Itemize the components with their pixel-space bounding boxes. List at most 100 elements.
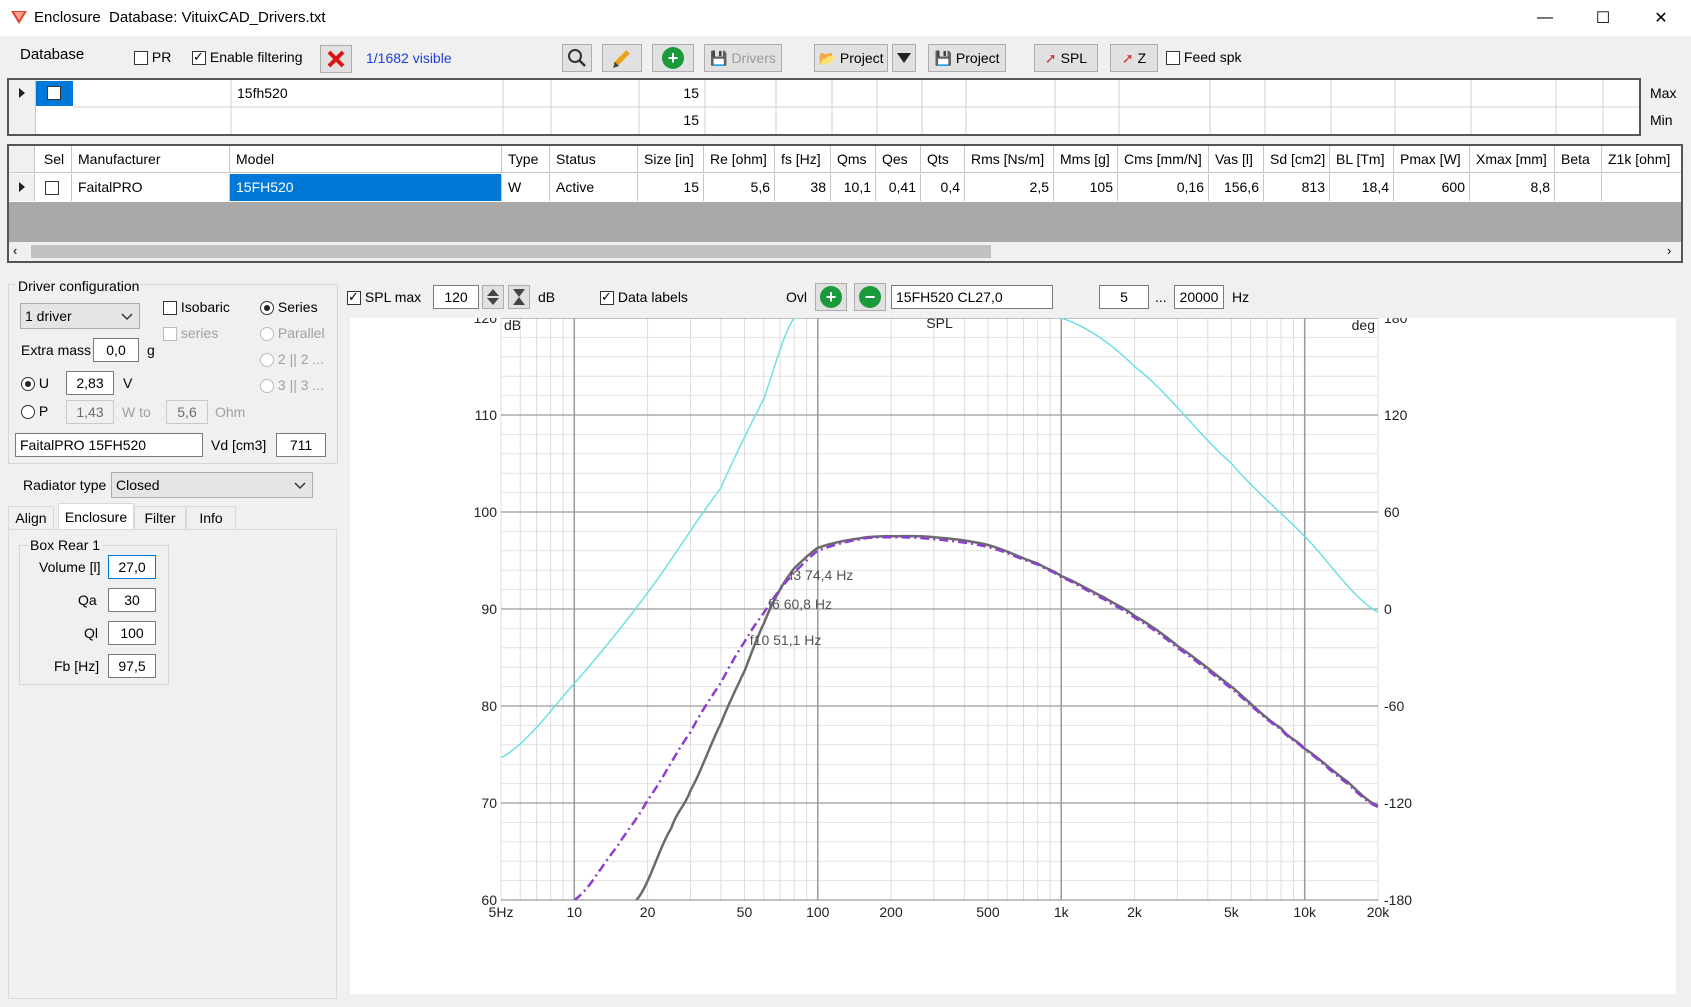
driver-count-select[interactable]: 1 driver bbox=[20, 303, 140, 329]
column-header[interactable]: Rms [Ns/m] bbox=[965, 146, 1054, 173]
table-cell[interactable]: 8,8 bbox=[1470, 174, 1555, 201]
table-cell[interactable]: 15FH520 bbox=[230, 174, 502, 201]
filter-model-cell[interactable]: 15fh520 bbox=[237, 85, 288, 101]
series-radio[interactable]: Series bbox=[260, 299, 318, 316]
table-cell[interactable]: FaitalPRO bbox=[72, 174, 230, 201]
spl-spin-button[interactable] bbox=[482, 285, 504, 309]
table-cell[interactable]: 813 bbox=[1264, 174, 1330, 201]
table-cell[interactable]: 10,1 bbox=[831, 174, 876, 201]
impedance-input[interactable]: 5,6 bbox=[166, 400, 208, 424]
qa-input[interactable]: 30 bbox=[108, 588, 156, 612]
column-header[interactable]: Type bbox=[502, 146, 550, 173]
clear-filter-button[interactable] bbox=[320, 45, 352, 73]
column-header[interactable]: Model bbox=[230, 146, 502, 173]
project-save-button[interactable]: 💾 Project bbox=[928, 44, 1006, 72]
freq-min-input[interactable]: 5 bbox=[1099, 285, 1149, 309]
column-header[interactable]: Vas [l] bbox=[1209, 146, 1264, 173]
column-header[interactable]: Qes bbox=[876, 146, 921, 173]
project-dropdown-button[interactable] bbox=[892, 44, 916, 72]
scroll-right-icon[interactable]: › bbox=[1667, 243, 1671, 258]
table-cell[interactable]: 15 bbox=[638, 174, 704, 201]
table-cell[interactable]: Active bbox=[550, 174, 638, 201]
volume-input[interactable]: 27,0 bbox=[108, 555, 156, 579]
horizontal-scrollbar[interactable]: ‹ › bbox=[9, 242, 1681, 261]
isobaric-checkbox[interactable]: Isobaric bbox=[163, 299, 230, 316]
column-header[interactable]: Manufacturer bbox=[72, 146, 230, 173]
column-header[interactable]: fs [Hz] bbox=[775, 146, 831, 173]
table-cell[interactable] bbox=[1602, 174, 1681, 201]
column-header[interactable]: Mms [g] bbox=[1054, 146, 1118, 173]
tab-enclosure[interactable]: Enclosure bbox=[58, 503, 134, 529]
enable-filtering-checkbox[interactable]: Enable filtering bbox=[192, 49, 303, 66]
three-parallel-radio[interactable]: 3 || 3 ... bbox=[260, 377, 324, 394]
scroll-left-icon[interactable]: ‹ bbox=[13, 243, 17, 258]
spl-chart[interactable]: 60708090100110120-180-120-600601201805Hz… bbox=[350, 310, 1676, 994]
freq-max-input[interactable]: 20000 bbox=[1174, 285, 1224, 309]
column-header[interactable]: Beta bbox=[1555, 146, 1602, 173]
maximize-button[interactable]: ☐ bbox=[1574, 0, 1632, 36]
table-cell[interactable]: 18,4 bbox=[1330, 174, 1394, 201]
scrollbar-thumb[interactable] bbox=[31, 245, 991, 258]
table-cell[interactable]: 5,6 bbox=[704, 174, 775, 201]
filter-size-min-cell[interactable]: 15 bbox=[589, 112, 699, 128]
power-radio[interactable]: P bbox=[21, 403, 48, 420]
overlay-name-input[interactable]: 15FH520 CL27,0 bbox=[891, 285, 1053, 309]
close-window-button[interactable]: ✕ bbox=[1632, 0, 1690, 36]
column-header[interactable]: Size [in] bbox=[638, 146, 704, 173]
column-header[interactable]: Sel bbox=[35, 146, 72, 173]
add-driver-button[interactable]: + bbox=[652, 44, 694, 72]
voltage-input[interactable]: 2,83 bbox=[66, 371, 114, 395]
row-select-cell[interactable] bbox=[35, 174, 72, 201]
driver-name-field[interactable]: FaitalPRO 15FH520 bbox=[15, 433, 203, 457]
radiator-type-select[interactable]: Closed bbox=[111, 472, 313, 498]
tab-align[interactable]: Align bbox=[8, 506, 54, 530]
column-header[interactable]: Xmax [mm] bbox=[1470, 146, 1555, 173]
spl-autoscale-button[interactable] bbox=[508, 285, 530, 309]
column-header[interactable]: Sd [cm2] bbox=[1264, 146, 1330, 173]
pr-checkbox[interactable]: PR bbox=[134, 49, 171, 66]
column-header[interactable]: Qts bbox=[921, 146, 965, 173]
search-button[interactable] bbox=[562, 44, 592, 72]
voltage-radio[interactable]: U bbox=[21, 375, 49, 392]
column-header[interactable]: Pmax [W] bbox=[1394, 146, 1470, 173]
spl-max-checkbox[interactable]: SPL max bbox=[347, 289, 421, 306]
filter-sel-cell[interactable] bbox=[36, 81, 73, 106]
tab-filter[interactable]: Filter bbox=[134, 506, 186, 530]
table-cell[interactable]: 0,4 bbox=[921, 174, 965, 201]
two-parallel-radio[interactable]: 2 || 2 ... bbox=[260, 351, 324, 368]
table-cell[interactable]: 0,16 bbox=[1118, 174, 1209, 201]
export-z-button[interactable]: ➚ Z bbox=[1110, 44, 1158, 72]
table-cell[interactable]: 2,5 bbox=[965, 174, 1054, 201]
table-cell[interactable]: 156,6 bbox=[1209, 174, 1264, 201]
fb-input[interactable]: 97,5 bbox=[108, 654, 156, 678]
minimize-button[interactable]: — bbox=[1516, 0, 1574, 36]
table-row[interactable]: FaitalPRO 15FH520 W Active 15 5,6 38 10,1 0,41 0,… bbox=[9, 174, 1681, 201]
data-labels-checkbox[interactable]: Data labels bbox=[600, 289, 688, 306]
column-header[interactable]: Cms [mm/N] bbox=[1118, 146, 1209, 173]
export-spl-button[interactable]: ➚ SPL bbox=[1034, 44, 1098, 72]
project-open-button[interactable]: 📂 Project bbox=[814, 44, 888, 72]
remove-overlay-button[interactable]: − bbox=[854, 283, 886, 311]
filter-size-max-cell[interactable]: 15 bbox=[589, 85, 699, 101]
ql-input[interactable]: 100 bbox=[108, 621, 156, 645]
table-cell[interactable]: 0,41 bbox=[876, 174, 921, 201]
spl-max-input[interactable]: 120 bbox=[433, 285, 479, 309]
column-header[interactable]: BL [Tm] bbox=[1330, 146, 1394, 173]
column-header[interactable]: Re [ohm] bbox=[704, 146, 775, 173]
table-cell[interactable]: W bbox=[502, 174, 550, 201]
column-header[interactable]: Qms bbox=[831, 146, 876, 173]
edit-button[interactable] bbox=[602, 44, 642, 72]
column-header[interactable]: Z1k [ohm] bbox=[1602, 146, 1681, 173]
table-cell[interactable] bbox=[1555, 174, 1602, 201]
extra-mass-input[interactable]: 0,0 bbox=[93, 338, 139, 362]
series-checkbox[interactable]: series bbox=[163, 325, 218, 342]
tab-info[interactable]: Info bbox=[186, 506, 236, 530]
drivers-button[interactable]: 💾 Drivers bbox=[704, 44, 782, 72]
table-cell[interactable]: 600 bbox=[1394, 174, 1470, 201]
table-cell[interactable]: 105 bbox=[1054, 174, 1118, 201]
feed-spk-checkbox[interactable]: Feed spk bbox=[1166, 49, 1241, 66]
table-cell[interactable]: 38 bbox=[775, 174, 831, 201]
add-overlay-button[interactable]: + bbox=[815, 283, 847, 311]
column-header[interactable]: Status bbox=[550, 146, 638, 173]
power-input[interactable]: 1,43 bbox=[66, 400, 114, 424]
